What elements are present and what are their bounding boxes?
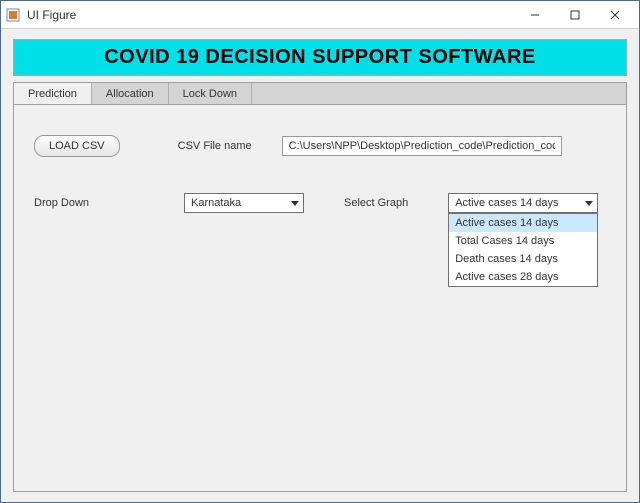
dropdown-label: Drop Down (34, 197, 114, 209)
dropdown-option[interactable]: Active cases 28 days (449, 268, 597, 286)
state-select-value: Karnataka (191, 197, 241, 209)
titlebar: UI Figure (1, 1, 639, 29)
dropdown-option[interactable]: Death cases 14 days (449, 250, 597, 268)
state-select[interactable]: Karnataka (184, 193, 304, 213)
csv-filename-input[interactable] (282, 136, 562, 156)
row-csv: LOAD CSV CSV File name (34, 135, 606, 157)
dropdown-option[interactable]: Active cases 14 days (449, 214, 597, 232)
window-controls (515, 2, 635, 28)
app-icon (5, 7, 21, 23)
banner: COVID 19 DECISION SUPPORT SOFTWARE (13, 39, 627, 76)
close-button[interactable] (595, 2, 635, 28)
minimize-button[interactable] (515, 2, 555, 28)
graph-select-value: Active cases 14 days (455, 197, 558, 209)
maximize-button[interactable] (555, 2, 595, 28)
dropdown-option[interactable]: Total Cases 14 days (449, 232, 597, 250)
content-area: COVID 19 DECISION SUPPORT SOFTWARE Predi… (1, 29, 639, 502)
chevron-down-icon (291, 201, 299, 206)
banner-title: COVID 19 DECISION SUPPORT SOFTWARE (104, 46, 536, 68)
tab-panel-prediction: LOAD CSV CSV File name Drop Down Karnata… (13, 104, 627, 492)
load-csv-button[interactable]: LOAD CSV (34, 135, 120, 157)
app-window: UI Figure COVID 19 DECISION SUPPORT SOFT… (0, 0, 640, 503)
tab-strip: Prediction Allocation Lock Down (13, 82, 627, 104)
select-graph-label: Select Graph (344, 197, 408, 209)
tab-prediction[interactable]: Prediction (14, 83, 92, 105)
row-dropdowns: Drop Down Karnataka Select Graph Active … (34, 193, 606, 213)
graph-select[interactable]: Active cases 14 days Active cases 14 day… (448, 193, 598, 213)
tab-label: Lock Down (183, 88, 237, 100)
tab-allocation[interactable]: Allocation (92, 83, 169, 104)
tab-label: Prediction (28, 88, 77, 100)
chevron-down-icon (585, 201, 593, 206)
tab-label: Allocation (106, 88, 154, 100)
tab-lockdown[interactable]: Lock Down (169, 83, 252, 104)
graph-select-dropdown: Active cases 14 days Total Cases 14 days… (448, 213, 598, 287)
window-title: UI Figure (27, 8, 515, 22)
csv-filename-label: CSV File name (178, 140, 252, 152)
